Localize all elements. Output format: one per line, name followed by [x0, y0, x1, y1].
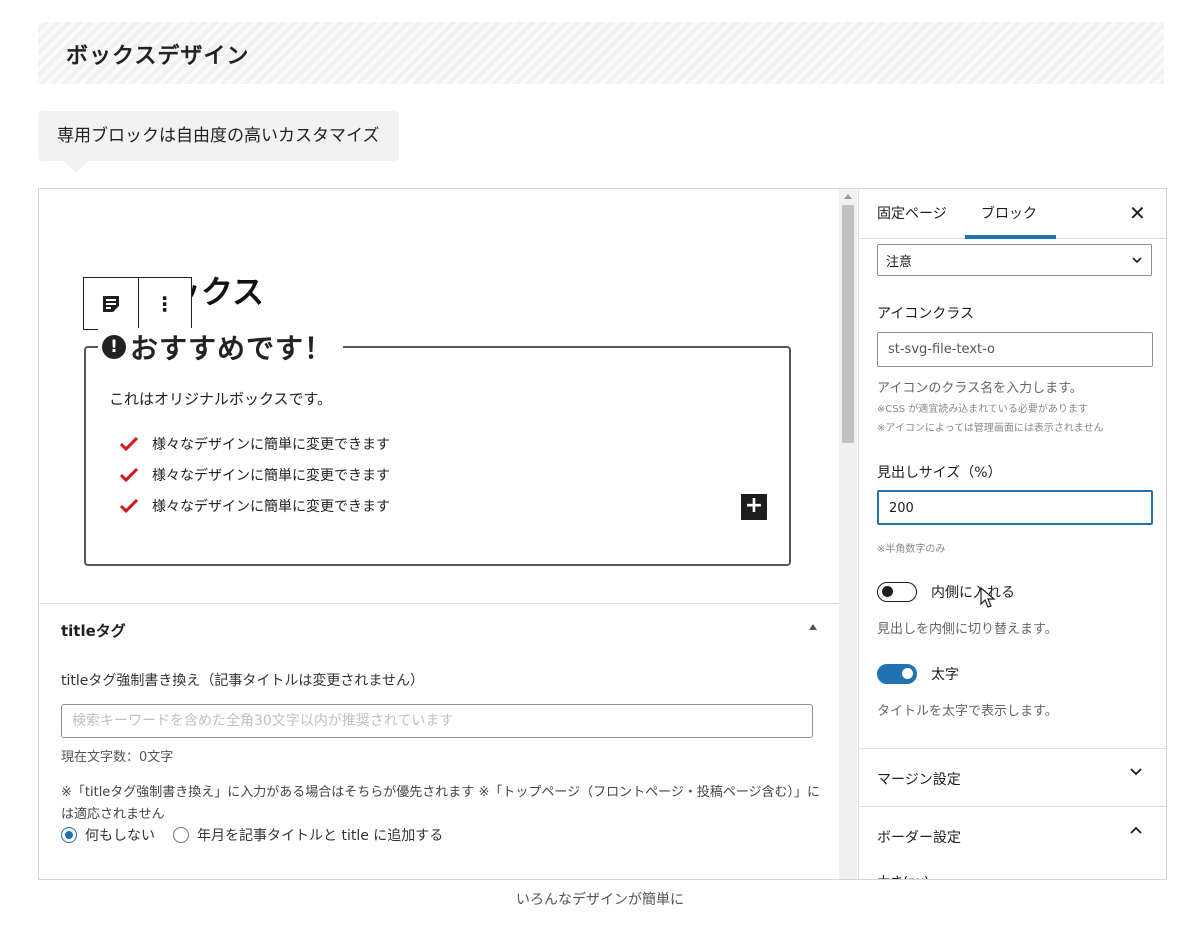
box-body-text[interactable]: これはオリジナルボックスです。 — [109, 388, 332, 409]
radio-label: 何もしない — [85, 828, 155, 844]
check-icon — [120, 467, 138, 482]
chevron-up-icon[interactable] — [809, 624, 817, 630]
list-item[interactable]: 様々なデザインに簡単に変更できます — [120, 490, 390, 521]
scrollbar-thumb[interactable] — [842, 205, 854, 443]
icon-class-label: アイコンクラス — [877, 306, 975, 322]
mouse-cursor-icon — [980, 587, 996, 608]
heading-size-label: 見出しサイズ（%） — [877, 465, 1002, 481]
more-vertical-icon: ⋮ — [154, 291, 175, 316]
title-suffix-radios: 何もしない 年月を記事タイトルと title に追加する — [61, 825, 443, 845]
list-item[interactable]: 様々なデザインに簡単に変更できます — [120, 428, 390, 459]
border-settings-section[interactable]: ボーダー設定 — [859, 806, 1166, 864]
icon-class-help: アイコンのクラス名を入力します。 — [877, 381, 1083, 396]
check-icon — [120, 498, 138, 513]
chevron-down-icon — [1132, 257, 1142, 264]
inner-heading-help: 見出しを内側に切り替えます。 — [877, 622, 1058, 637]
chevron-up-icon — [1130, 826, 1142, 834]
inner-heading-label[interactable]: 内側に入れる — [931, 582, 1015, 602]
alert-icon: ! — [102, 335, 126, 359]
speech-bubble-tail — [64, 161, 88, 173]
note-icon — [102, 295, 119, 312]
active-tab-indicator — [965, 235, 1056, 239]
check-icon — [120, 436, 138, 451]
box-legend-text[interactable]: おすすめです！ — [130, 327, 333, 367]
char-count: 現在文字数：0文字 — [61, 750, 174, 765]
bold-label[interactable]: 太字 — [931, 664, 959, 684]
list-item-text: 様々なデザインに簡単に変更できます — [152, 498, 390, 515]
speech-bubble: 専用ブロックは自由度の高いカスタマイズ — [38, 111, 399, 161]
icon-class-note-1: ※CSS が適宜読み込まれている必要があります — [877, 404, 1088, 415]
sidebar-tabs: 固定ページ ブロック ✕ — [859, 189, 1166, 239]
settings-sidebar: 固定ページ ブロック ✕ 注意 アイコンクラス st-svg-file-text… — [858, 189, 1166, 879]
radio-label: 年月を記事タイトルと title に追加する — [197, 828, 444, 844]
box-legend: ! おすすめです！ — [98, 327, 344, 367]
section-heading-band: ボックスデザイン — [38, 22, 1164, 84]
radio-circle[interactable] — [61, 827, 77, 843]
list-item-text: 様々なデザインに簡単に変更できます — [152, 436, 390, 453]
radio-do-nothing[interactable]: 何もしない — [61, 825, 155, 845]
editor-canvas: ックス ⋮ ! おすすめです！ これはオリジナルボックスです。 様々なデザインに… — [39, 189, 839, 879]
title-override-input[interactable] — [61, 704, 813, 738]
title-override-label: titleタグ強制書き換え（記事タイトルは変更されません） — [61, 673, 424, 689]
icon-class-note-2: ※アイコンによっては管理画面には表示されません — [877, 423, 1104, 434]
original-box[interactable]: ! おすすめです！ これはオリジナルボックスです。 様々なデザインに簡単に変更で… — [84, 328, 791, 566]
heading-size-input[interactable]: 200 — [877, 490, 1153, 525]
editor-screenshot: ックス ⋮ ! おすすめです！ これはオリジナルボックスです。 様々なデザインに… — [38, 188, 1167, 880]
inner-heading-toggle[interactable] — [877, 582, 917, 602]
list-item[interactable]: 様々なデザインに簡単に変更できます — [120, 459, 390, 490]
box-style-select[interactable]: 注意 — [877, 244, 1152, 276]
tab-block[interactable]: ブロック — [981, 203, 1037, 223]
block-toolbar: ⋮ — [83, 277, 192, 330]
margin-settings-title: マージン設定 — [877, 772, 961, 788]
image-caption: いろんなデザインが簡単に — [516, 892, 684, 908]
title-tag-panel: titleタグ titleタグ強制書き換え（記事タイトルは変更されません） 現在… — [39, 603, 839, 879]
list-item-text: 様々なデザインに簡単に変更できます — [152, 467, 390, 484]
title-override-note: ※「titleタグ強制書き換え」に入力がある場合はそちらが優先されます ※「トッ… — [61, 785, 821, 822]
bold-toggle[interactable] — [877, 664, 917, 684]
border-settings-title: ボーダー設定 — [877, 830, 961, 846]
heading-size-note: ※半角数字のみ — [877, 544, 946, 555]
close-icon[interactable]: ✕ — [1129, 201, 1146, 225]
section-heading: ボックスデザイン — [66, 43, 250, 69]
margin-settings-section[interactable]: マージン設定 — [859, 748, 1166, 806]
check-list: 様々なデザインに簡単に変更できます 様々なデザインに簡単に変更できます 様々なデ… — [120, 428, 390, 521]
chevron-down-icon — [1130, 768, 1142, 776]
select-value: 注意 — [886, 254, 913, 270]
title-tag-panel-title[interactable]: titleタグ — [61, 620, 126, 641]
radio-circle[interactable] — [173, 827, 189, 843]
tab-page[interactable]: 固定ページ — [877, 203, 947, 223]
toggle-knob — [902, 668, 913, 679]
add-block-button[interactable]: + — [741, 494, 767, 520]
block-options-button[interactable]: ⋮ — [137, 278, 192, 329]
scroll-up-arrow-icon[interactable] — [844, 194, 852, 199]
toggle-knob — [882, 586, 893, 597]
bold-help: タイトルを太字で表示します。 — [877, 704, 1058, 719]
editor-scrollbar[interactable] — [839, 189, 857, 879]
block-type-button[interactable] — [84, 278, 138, 329]
radio-add-date[interactable]: 年月を記事タイトルと title に追加する — [173, 825, 443, 845]
border-width-label: 太さ(px) — [877, 871, 929, 879]
icon-class-input[interactable]: st-svg-file-text-o — [877, 332, 1153, 367]
